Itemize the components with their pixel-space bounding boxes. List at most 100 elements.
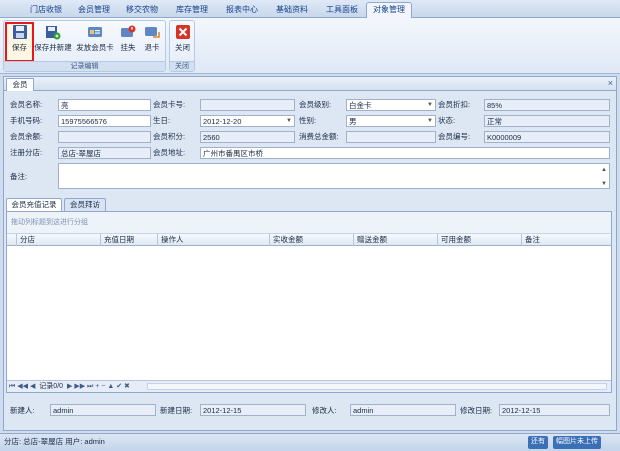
card-no-field[interactable]	[200, 99, 295, 111]
member-level-select[interactable]: 白金卡 ▼	[346, 99, 436, 111]
phone-label: 手机号码:	[10, 116, 43, 125]
upload-status-badge[interactable]: 幅图片未上传	[553, 436, 601, 449]
column-header-received-amount[interactable]: 实收金额	[270, 234, 354, 246]
discount-field[interactable]: 85%	[484, 99, 610, 111]
record-counter: 记录0/0	[39, 383, 64, 390]
menu-tab-store-cashier[interactable]: 门店收银	[22, 3, 70, 18]
close-red-x-icon	[175, 25, 190, 39]
grid-header: 分店 充值日期 操作人 实收金额 赠送金额 可用金额 备注	[7, 234, 611, 246]
issue-member-card-label: 发放会员卡	[76, 43, 114, 52]
scroll-down-icon[interactable]: ▼	[601, 179, 607, 188]
column-header-available-amount[interactable]: 可用金额	[438, 234, 522, 246]
status-text: 分店: 总店-翠屋店 用户: admin	[4, 437, 105, 446]
birthday-picker[interactable]: 2012-12-20 ▼	[200, 115, 295, 127]
save-new-icon	[46, 26, 61, 40]
birthday-label: 生日:	[153, 116, 171, 125]
modify-date-field[interactable]: 2012-12-15	[499, 404, 610, 416]
points-field[interactable]: 2560	[200, 131, 295, 143]
gender-value: 男	[349, 117, 357, 126]
navigator-forward-edit-buttons[interactable]: ▶ ▶▶ ⏭ + − ▲ ✔ ✖	[67, 383, 130, 390]
report-loss-icon	[121, 25, 136, 37]
member-name-field[interactable]: 亮	[58, 99, 151, 111]
address-label: 会员地址:	[153, 148, 186, 157]
tab-recharge-records[interactable]: 会员充值记录	[6, 198, 62, 211]
discount-label: 会员折扣:	[438, 100, 471, 109]
modify-date-label: 修改日期:	[460, 406, 493, 415]
member-level-value: 白金卡	[349, 101, 372, 110]
note-textarea[interactable]: ▲ ▼	[58, 163, 610, 189]
panel-close-icon[interactable]: ×	[608, 78, 613, 88]
ribbon-group-record-edit: 保存 保存并新建 发放会员卡 挂失 退卡 记录编辑	[3, 20, 166, 72]
state-label: 状态:	[438, 116, 456, 125]
gender-select[interactable]: 男 ▼	[346, 115, 436, 127]
card-no-label: 会员卡号:	[153, 100, 186, 109]
sub-tab-bar: 会员充值记录 会员拜访	[6, 198, 612, 211]
create-date-field[interactable]: 2012-12-15	[200, 404, 306, 416]
grid-horizontal-scrollbar[interactable]	[147, 383, 607, 390]
balance-field[interactable]	[58, 131, 151, 143]
close-button-label: 关闭	[175, 43, 190, 52]
grid-row-indicator-header	[7, 234, 17, 246]
birthday-value: 2012-12-20	[203, 117, 242, 126]
return-card-label: 退卡	[144, 43, 160, 52]
tab-member-visits[interactable]: 会员拜访	[64, 198, 106, 211]
menu-bar: 门店收银 会员管理 移交农物 库存管理 报表中心 基础资料 工具面板 对象管理	[0, 0, 620, 19]
scroll-up-icon[interactable]: ▲	[601, 165, 607, 176]
status-bar: 分店: 总店-翠屋店 用户: admin 还有 幅图片未上传	[0, 433, 620, 451]
ribbon-group-close-label: 关闭	[170, 61, 194, 71]
chevron-down-icon[interactable]: ▼	[286, 116, 292, 126]
ribbon-group-close: 关闭 关闭	[169, 20, 195, 72]
total-spent-label: 消费总金额:	[299, 132, 339, 141]
creator-label: 新建人:	[10, 406, 35, 415]
menu-tab-tools[interactable]: 工具面板	[318, 3, 366, 18]
column-header-operator[interactable]: 操作人	[158, 234, 270, 246]
menu-tab-inventory[interactable]: 库存管理	[166, 3, 218, 18]
points-label: 会员积分:	[153, 132, 186, 141]
column-header-bonus-amount[interactable]: 赠送金额	[354, 234, 438, 246]
member-no-field[interactable]: K0000009	[484, 131, 610, 143]
note-label: 备注:	[10, 172, 28, 181]
menu-tab-transfer[interactable]: 移交农物	[118, 3, 166, 18]
menu-tab-object-management[interactable]: 对象管理	[366, 2, 412, 19]
member-level-label: 会员级别:	[299, 100, 332, 109]
menu-tab-member-management[interactable]: 会员管理	[70, 3, 118, 18]
tab-member[interactable]: 会员	[6, 78, 34, 91]
close-button[interactable]: 关闭	[171, 24, 194, 60]
address-field[interactable]: 广州市番禺区市桥	[200, 147, 610, 159]
save-button-label: 保存	[12, 43, 27, 52]
group-by-hint: 拖动列标题到这进行分组	[7, 212, 611, 234]
save-and-new-label: 保存并新建	[34, 43, 72, 52]
column-header-recharge-date[interactable]: 充值日期	[101, 234, 158, 246]
gender-label: 性别:	[299, 116, 317, 125]
report-loss-button[interactable]: 挂失	[117, 24, 139, 60]
creator-field[interactable]: admin	[50, 404, 156, 416]
total-spent-field[interactable]	[346, 131, 436, 143]
return-card-button[interactable]: 退卡	[141, 24, 163, 60]
member-no-label: 会员编号:	[438, 132, 471, 141]
column-header-branch[interactable]: 分店	[17, 234, 101, 246]
ribbon-group-record-edit-label: 记录编辑	[4, 61, 165, 71]
column-header-note[interactable]: 备注	[522, 234, 611, 246]
create-date-label: 新建日期:	[160, 406, 193, 415]
branch-field[interactable]: 总店-翠屋店	[58, 147, 151, 159]
phone-field[interactable]: 15975566576	[58, 115, 151, 127]
menu-tab-reports[interactable]: 报表中心	[218, 3, 266, 18]
navigator-back-buttons[interactable]: ⏮ ◀◀ ◀	[9, 383, 35, 390]
issue-member-card-button[interactable]: 发放会员卡	[74, 24, 116, 60]
modifier-field[interactable]: admin	[350, 404, 456, 416]
menu-tab-basic-data[interactable]: 基础资料	[266, 3, 318, 18]
grid-navigator: ⏮ ◀◀ ◀ 记录0/0 ▶ ▶▶ ⏭ + − ▲ ✔ ✖	[7, 380, 611, 392]
pending-badge[interactable]: 还有	[528, 436, 548, 449]
ribbon: 保存 保存并新建 发放会员卡 挂失 退卡 记录编辑 关闭 关闭	[0, 18, 620, 74]
chevron-down-icon[interactable]: ▼	[427, 116, 433, 126]
save-and-new-button[interactable]: 保存并新建	[34, 24, 72, 60]
modifier-label: 修改人:	[312, 406, 337, 415]
panel-tab-bar: 会员 ×	[4, 77, 616, 91]
member-card-icon	[88, 27, 102, 37]
state-field[interactable]: 正常	[484, 115, 610, 127]
save-button[interactable]: 保存	[5, 22, 34, 62]
member-panel: 会员 × 会员名称: 亮 会员卡号: 会员级别: 白金卡 ▼ 会员折扣: 85% …	[3, 76, 617, 431]
chevron-down-icon[interactable]: ▼	[427, 100, 433, 110]
balance-label: 会员余额:	[10, 132, 43, 141]
member-name-label: 会员名称:	[10, 100, 43, 109]
